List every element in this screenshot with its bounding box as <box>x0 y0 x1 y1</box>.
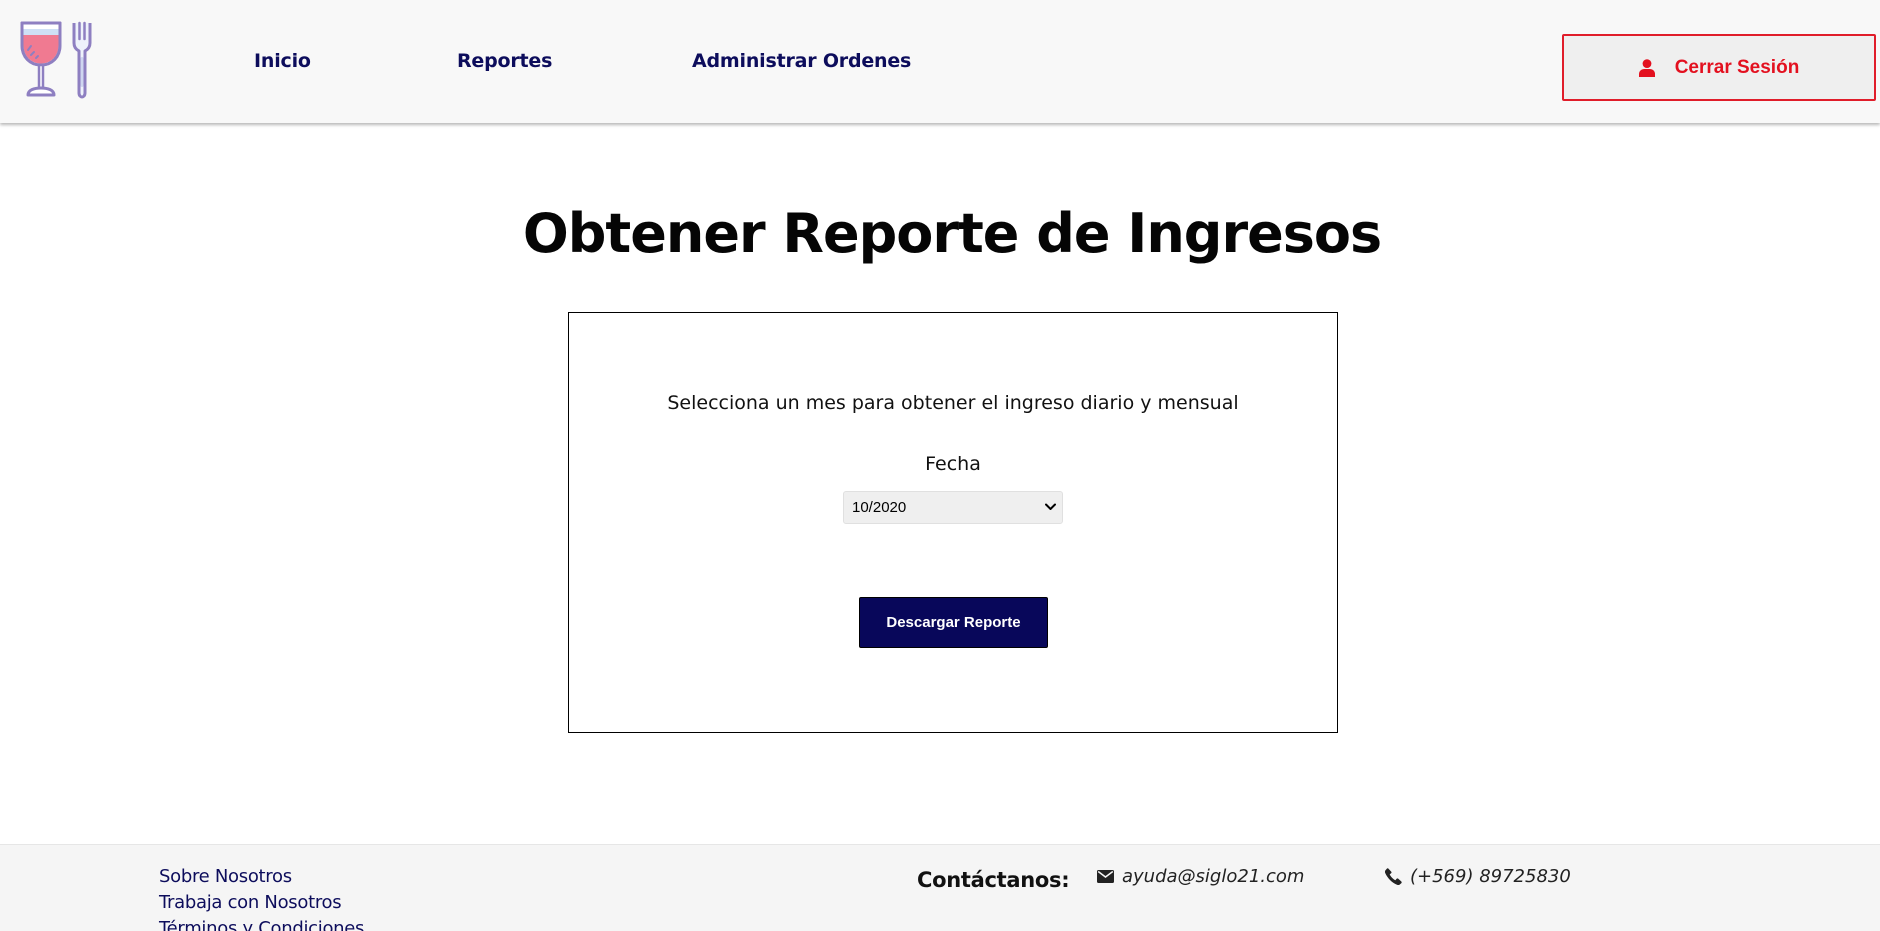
email-text: ayuda@siglo21.com <box>1122 866 1305 887</box>
contact-heading: Contáctanos: <box>917 868 1070 892</box>
footer-link-trabaja[interactable]: Trabaja con Nosotros <box>159 892 342 913</box>
user-icon <box>1638 58 1655 77</box>
logout-button[interactable]: Cerrar Sesión <box>1562 34 1876 101</box>
top-navbar: Inicio Reportes Administrar Ordenes Cerr… <box>0 0 1880 123</box>
restaurant-logo-icon[interactable] <box>19 21 99 99</box>
month-select[interactable]: 10/2020 <box>843 491 1063 524</box>
nav-inicio[interactable]: Inicio <box>254 50 311 72</box>
footer-link-terminos[interactable]: Términos y Condiciones <box>159 918 364 931</box>
instruction-text: Selecciona un mes para obtener el ingres… <box>667 392 1239 414</box>
nav-reportes[interactable]: Reportes <box>457 50 552 72</box>
page-title: Obtener Reporte de Ingresos <box>522 202 1382 265</box>
contact-phone[interactable]: (+569) 89725830 <box>1385 866 1571 887</box>
download-report-button[interactable]: Descargar Reporte <box>859 597 1048 648</box>
phone-icon <box>1385 868 1402 885</box>
contact-email[interactable]: ayuda@siglo21.com <box>1097 866 1304 887</box>
phone-text: (+569) 89725830 <box>1410 866 1571 887</box>
nav-administrar-ordenes[interactable]: Administrar Ordenes <box>692 50 911 72</box>
report-form-card: Selecciona un mes para obtener el ingres… <box>568 312 1338 733</box>
footer: Sobre Nosotros Trabaja con Nosotros Térm… <box>0 844 1880 931</box>
logout-label: Cerrar Sesión <box>1674 56 1800 78</box>
footer-link-sobre-nosotros[interactable]: Sobre Nosotros <box>159 866 292 887</box>
month-select-value: 10/2020 <box>852 499 907 516</box>
envelope-icon <box>1097 870 1114 883</box>
date-label: Fecha <box>925 453 981 475</box>
